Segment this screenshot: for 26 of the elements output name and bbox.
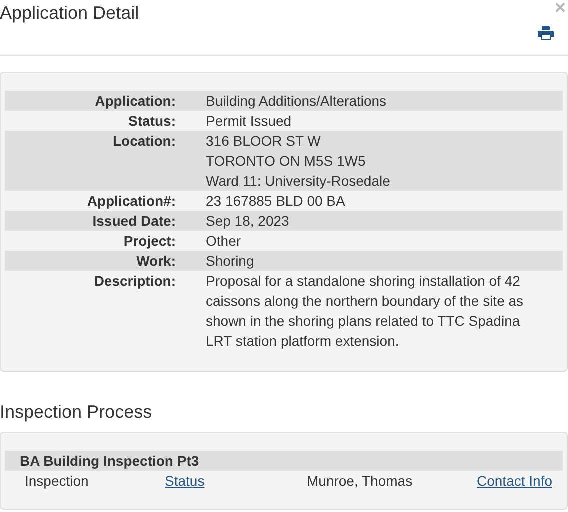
field-label: Location: (112, 132, 176, 151)
field-label: Issued Date: (92, 212, 176, 231)
field-label: Description: (93, 272, 176, 291)
field-value: Building Additions/Alterations (206, 92, 388, 111)
field-value: 316 BLOOR ST W (206, 132, 322, 151)
field-value: Other (206, 232, 242, 251)
field-value: Proposal for a standalone shoring installation of 42 caissons along the northern boundary of the site as shown in the shoring plans related to TTC Spadina LRT station platform extension. (206, 272, 525, 351)
field-value: Sep 18, 2023 (206, 212, 290, 231)
field-value: 23 167885 BLD 00 BA (206, 192, 346, 211)
group-header: BA Building Inspection Pt3 (5, 451, 563, 471)
field-label: Application#: (86, 192, 176, 211)
field-label: Application: (94, 92, 176, 111)
dialog-title: Application Detail (0, 2, 140, 23)
contact-info-link[interactable]: Contact Info (477, 471, 552, 491)
field-label: Status: (128, 112, 176, 131)
field-label: Project: (122, 232, 176, 251)
print-icon[interactable] (538, 26, 554, 40)
inspector-name: Munroe, Thomas (307, 472, 414, 491)
field-label: Work: (136, 252, 176, 271)
field-value: Permit Issued (206, 112, 293, 131)
field-value: TORONTO ON M5S 1W5 (206, 152, 367, 171)
status-link[interactable]: Status (165, 471, 205, 491)
field-value: Shoring (206, 252, 256, 271)
section-heading: Inspection Process (0, 402, 154, 422)
field-value: Ward 11: University-Rosedale (206, 172, 392, 191)
inspection-type: Inspection (25, 472, 90, 491)
